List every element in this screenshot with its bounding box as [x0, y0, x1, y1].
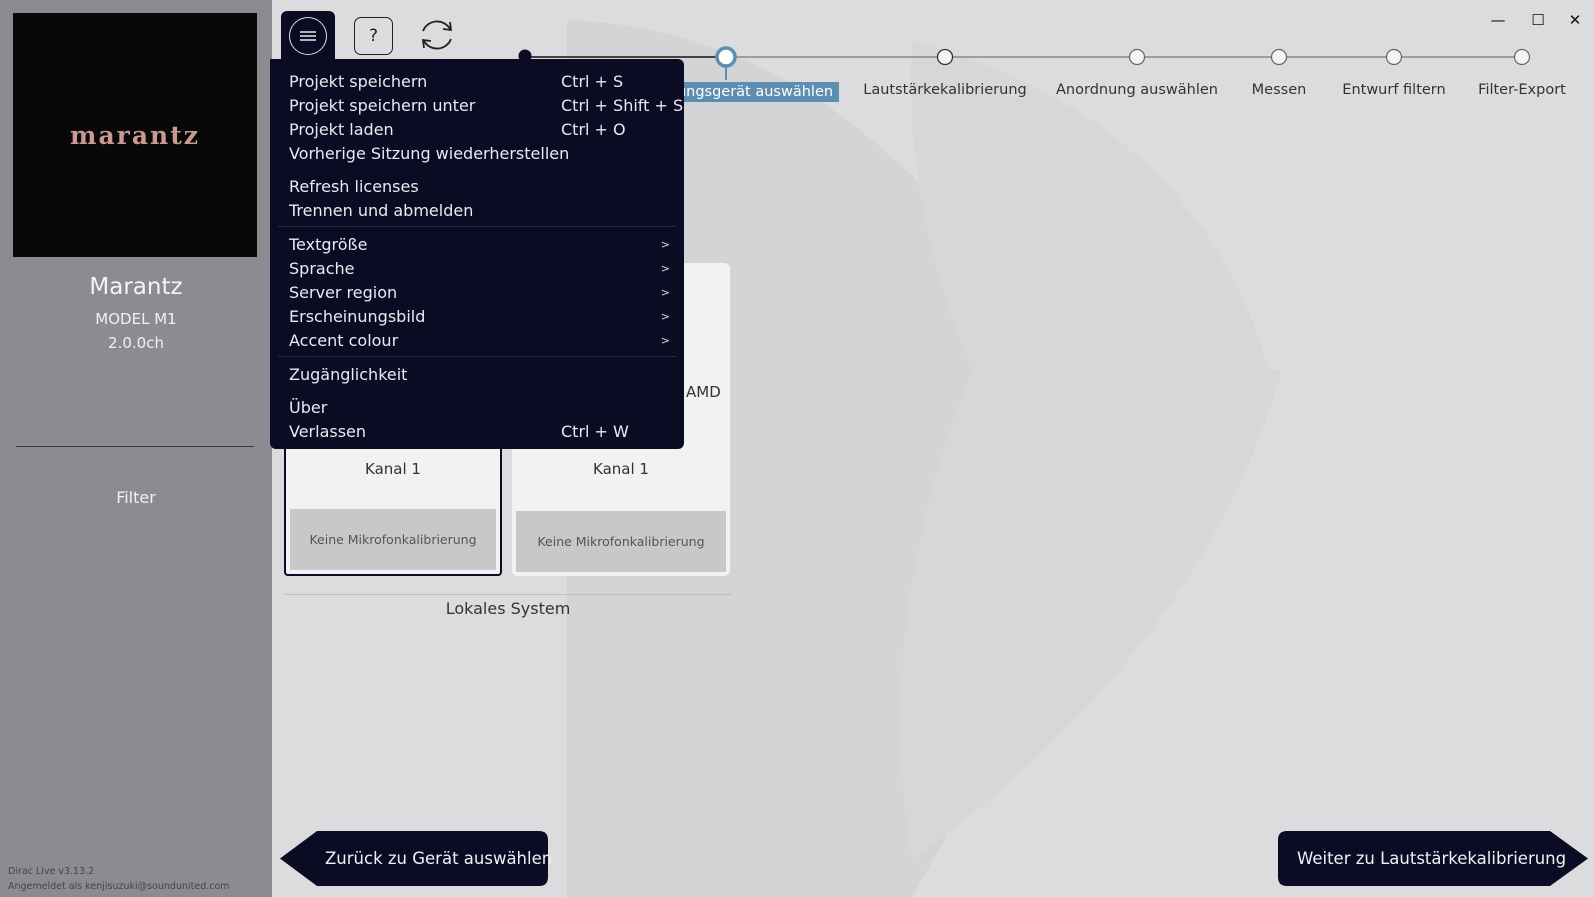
menu-item-label: Verlassen [289, 421, 367, 441]
step-label-filter-export[interactable]: Filter-Export [1478, 82, 1566, 98]
back-button[interactable]: Zurück zu Gerät auswählen [277, 830, 552, 887]
device-channels: 2.0.0ch [108, 334, 164, 352]
next-button-label: Weiter zu Lautstärkekalibrierung [1297, 849, 1567, 868]
chevron-right-icon: > [660, 261, 670, 275]
step-dot-3[interactable] [936, 48, 954, 66]
menu-item-load-project[interactable]: Projekt laden Ctrl + O [289, 118, 670, 140]
step-dot-5[interactable] [1270, 48, 1288, 66]
device-name: Marantz [89, 274, 183, 300]
chevron-right-icon: > [660, 237, 670, 251]
menu-item-text-size[interactable]: Textgröße > [289, 233, 670, 255]
menu-separator [278, 356, 676, 357]
menu-item-label: Über [289, 397, 328, 417]
signed-in-label: Angemeldet als kenjisuzuki@soundunited.c… [8, 881, 230, 892]
step-dot-7[interactable] [1513, 48, 1531, 66]
device-card-channel: Kanal 1 [593, 460, 649, 478]
menu-item-disconnect-logout[interactable]: Trennen und abmelden [289, 199, 670, 221]
chevron-right-icon: > [660, 333, 670, 347]
menu-item-shortcut: Ctrl + W [561, 421, 629, 441]
menu-item-label: Erscheinungsbild [289, 306, 426, 326]
step-label-arrangement[interactable]: Anordnung auswählen [1056, 82, 1218, 98]
maximize-icon: ☐ [1531, 11, 1545, 29]
menu-item-label: Trennen und abmelden [289, 200, 474, 220]
menu-item-label: Vorherige Sitzung wiederherstellen [289, 143, 570, 163]
menu-item-save-project-as[interactable]: Projekt speichern unter Ctrl + Shift + S [289, 94, 683, 116]
step-dot-2[interactable] [715, 46, 737, 68]
menu-item-label: Accent colour [289, 330, 399, 350]
maximize-button[interactable]: ☐ [1528, 10, 1548, 30]
device-card-name: AMD [686, 383, 721, 401]
step-label-active[interactable]: ungsgerät auswählen [670, 82, 840, 102]
brand-logo-text: marantz [70, 120, 200, 150]
help-button[interactable]: ? [354, 17, 393, 55]
menu-item-label: Projekt speichern [289, 71, 428, 91]
mic-calibration-button[interactable]: Keine Mikrofonkalibrierung [516, 511, 726, 572]
brand-logo: marantz [13, 13, 257, 257]
menu-item-label: Sprache [289, 258, 355, 278]
device-card-channel: Kanal 1 [365, 460, 421, 478]
minimize-icon: — [1490, 11, 1506, 29]
menu-item-label: Projekt laden [289, 119, 394, 139]
version-label: Dirac Live v3.13.2 [8, 866, 95, 877]
next-button[interactable]: Weiter zu Lautstärkekalibrierung [1278, 830, 1589, 887]
step-label-filter-design[interactable]: Entwurf filtern [1342, 82, 1445, 98]
menu-item-server-region[interactable]: Server region > [289, 281, 670, 303]
main-menu-dropdown: Projekt speichern Ctrl + S Projekt speic… [270, 59, 684, 449]
menu-item-accessibility[interactable]: Zugänglichkeit [289, 363, 670, 385]
menu-item-refresh-licenses[interactable]: Refresh licenses [289, 175, 670, 197]
menu-item-appearance[interactable]: Erscheinungsbild > [289, 305, 670, 327]
help-icon: ? [368, 26, 379, 46]
step-label-measure[interactable]: Messen [1252, 82, 1307, 98]
menu-item-label: Server region [289, 282, 398, 302]
close-button[interactable]: ✕ [1565, 10, 1585, 30]
menu-item-label: Textgröße [289, 234, 368, 254]
menu-item-label: Refresh licenses [289, 176, 419, 196]
menu-item-save-project[interactable]: Projekt speichern Ctrl + S [289, 70, 670, 92]
minimize-button[interactable]: — [1488, 10, 1508, 30]
menu-item-label: Projekt speichern unter [289, 95, 476, 115]
step-label-volume[interactable]: Lautstärkekalibrierung [863, 82, 1026, 98]
menu-item-language[interactable]: Sprache > [289, 257, 670, 279]
refresh-button[interactable] [417, 15, 457, 55]
sidebar: marantz Marantz MODEL M1 2.0.0ch Filter … [0, 0, 272, 897]
menu-item-label: Zugänglichkeit [289, 364, 408, 384]
chevron-right-icon: > [660, 285, 670, 299]
step-dot-6[interactable] [1385, 48, 1403, 66]
menu-item-shortcut: Ctrl + O [561, 119, 626, 139]
menu-item-restore-session[interactable]: Vorherige Sitzung wiederherstellen [289, 142, 670, 164]
menu-button[interactable] [281, 11, 335, 61]
close-icon: ✕ [1568, 11, 1582, 29]
menu-item-accent-colour[interactable]: Accent colour > [289, 329, 670, 351]
back-button-label: Zurück zu Gerät auswählen [325, 849, 553, 868]
device-model: MODEL M1 [95, 310, 177, 328]
menu-item-about[interactable]: Über [289, 396, 670, 418]
group-divider [284, 594, 732, 595]
step-dot-4[interactable] [1128, 48, 1146, 66]
sidebar-item-filter[interactable]: Filter [0, 488, 272, 507]
hamburger-icon [289, 17, 327, 55]
menu-item-shortcut: Ctrl + Shift + S [561, 95, 684, 115]
mic-calibration-button[interactable]: Keine Mikrofonkalibrierung [290, 509, 496, 570]
group-label: Lokales System [445, 599, 571, 618]
menu-item-quit[interactable]: Verlassen Ctrl + W [289, 420, 670, 442]
menu-item-shortcut: Ctrl + S [561, 71, 624, 91]
refresh-icon [421, 20, 453, 50]
chevron-right-icon: > [660, 309, 670, 323]
sidebar-divider [16, 446, 254, 447]
menu-separator [278, 226, 676, 227]
